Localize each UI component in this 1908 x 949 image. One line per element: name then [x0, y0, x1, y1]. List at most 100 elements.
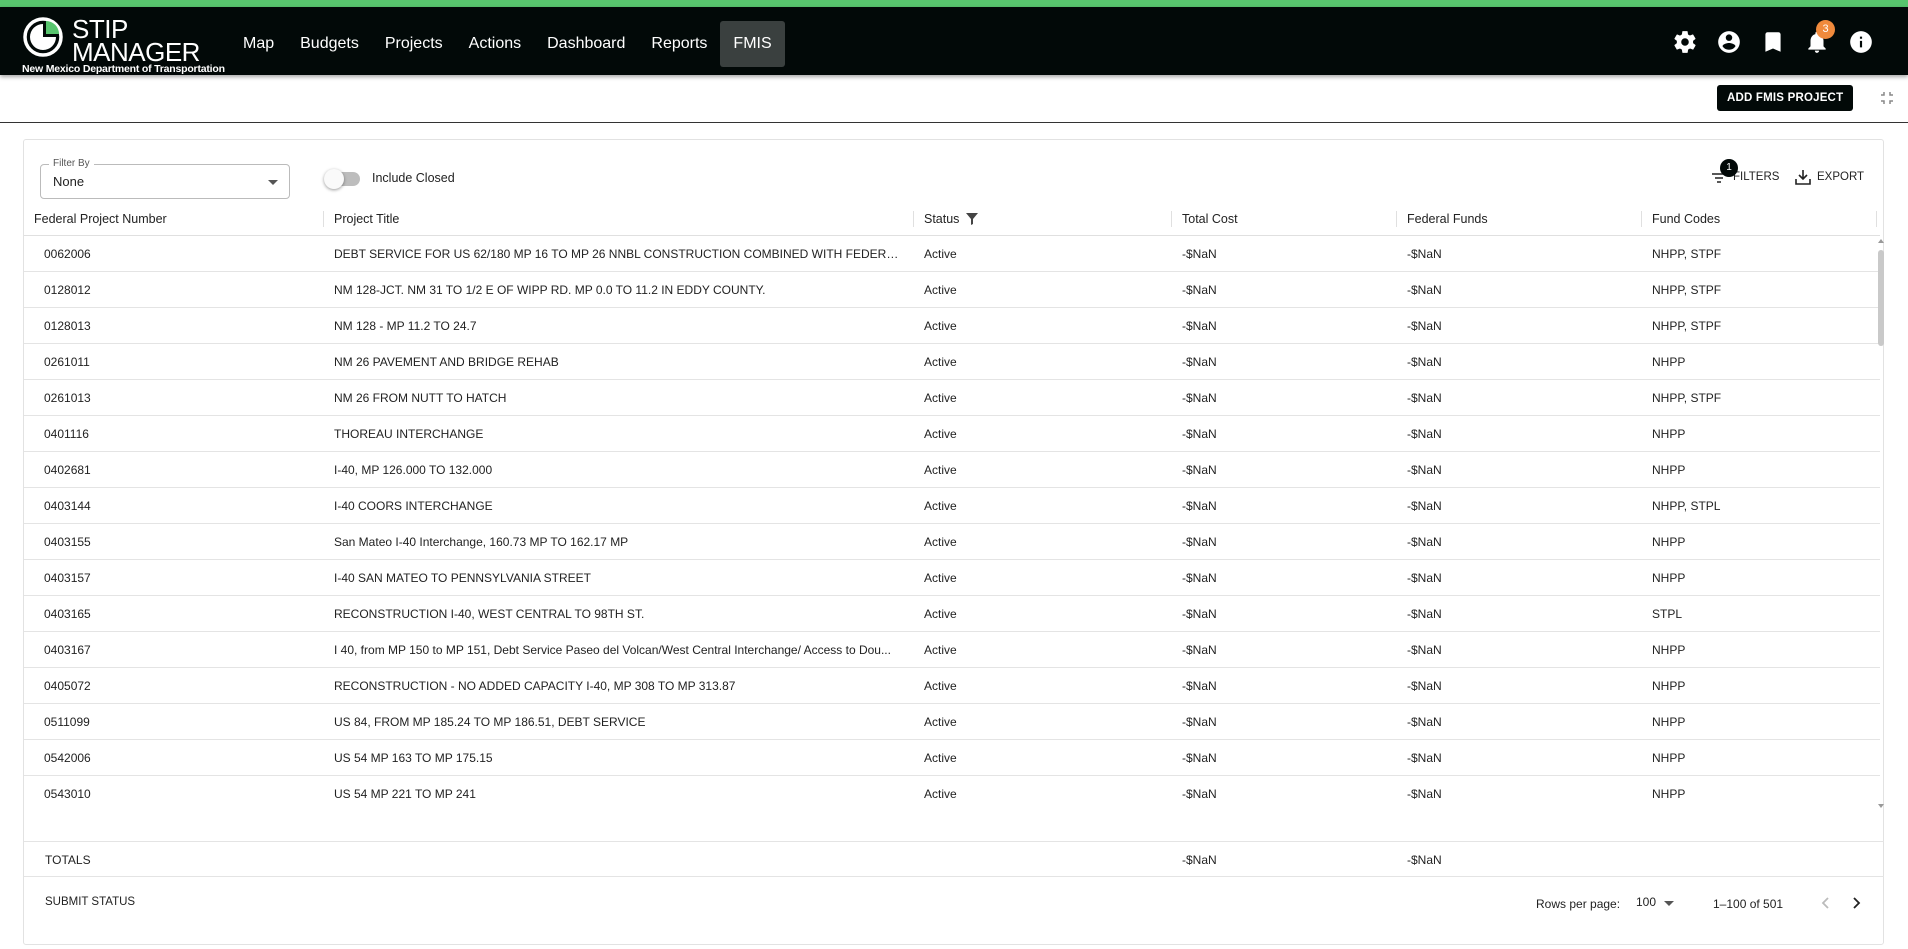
cell-federal-project-number: 0401116 [44, 427, 89, 441]
export-label: EXPORT [1817, 171, 1865, 183]
cell-total-cost: -$NaN [1182, 427, 1217, 441]
cell-status: Active [924, 463, 957, 477]
cell-fund-codes: NHPP, STPF [1652, 319, 1722, 333]
previous-page-icon[interactable] [1819, 896, 1833, 910]
filters-button[interactable]: 1 FILTERS [1711, 159, 1779, 192]
cell-total-cost: -$NaN [1182, 571, 1217, 585]
cell-federal-project-number: 0261011 [44, 355, 90, 369]
cell-project-title: NM 128 - MP 11.2 TO 24.7 [334, 319, 477, 333]
table-scrollbar[interactable] [1877, 236, 1884, 811]
column-header-federal-project-number[interactable]: Federal Project Number [24, 202, 324, 236]
column-header-status-label: Status [924, 212, 960, 226]
nav-dashboard[interactable]: Dashboard [534, 21, 638, 67]
cell-total-cost: -$NaN [1182, 463, 1217, 477]
table-row[interactable]: 0062006 DEBT SERVICE FOR US 62/180 MP 16 … [24, 236, 1880, 272]
table-row[interactable]: 0542006 US 54 MP 163 TO MP 175.15 Active -$… [24, 740, 1880, 776]
cell-total-cost: -$NaN [1182, 787, 1217, 801]
table-row[interactable]: 0403144 I-40 COORS INTERCHANGE Active -$NaN… [24, 488, 1880, 524]
cell-status: Active [924, 643, 957, 657]
table-row[interactable]: 0511099 US 84, FROM MP 185.24 TO MP 186.5… [24, 704, 1880, 740]
scroll-up-arrow[interactable] [1878, 239, 1884, 243]
toggle-knob [324, 169, 344, 189]
scrollbar-thumb[interactable] [1878, 250, 1884, 346]
table-header: Federal Project Number Project Title Sta… [24, 202, 1880, 236]
table-row[interactable]: 0261011 NM 26 PAVEMENT AND BRIDGE REHAB Ac… [24, 344, 1880, 380]
fmis-table-card: Filter By None Include Closed 1 FILTERS … [23, 139, 1884, 945]
column-header-fund-codes[interactable]: Fund Codes [1642, 202, 1877, 236]
table-row[interactable]: 0128012 NM 128-JCT. NM 31 TO 1/2 E OF WIP… [24, 272, 1880, 308]
cell-project-title: NM 128-JCT. NM 31 TO 1/2 E OF WIPP RD. M… [334, 283, 766, 297]
table-row[interactable]: 0403157 I-40 SAN MATEO TO PENNSYLVANIA ST… [24, 560, 1880, 596]
nav-projects[interactable]: Projects [372, 21, 456, 67]
cell-fund-codes: NHPP [1652, 427, 1686, 441]
submit-status-button[interactable]: SUBMIT STATUS [45, 896, 135, 908]
filter-by-select[interactable]: Filter By None [40, 158, 290, 199]
filter-by-label: Filter By [49, 158, 94, 169]
main-nav: Map Budgets Projects Actions Dashboard R… [230, 21, 785, 67]
cell-total-cost: -$NaN [1182, 607, 1217, 621]
table-row[interactable]: 0403167 I 40, from MP 150 to MP 151, Debt… [24, 632, 1880, 668]
rows-per-page-select[interactable]: 100 [1636, 895, 1675, 909]
table-row[interactable]: 0402681 I-40, MP 126.000 TO 132.000 Active… [24, 452, 1880, 488]
add-fmis-project-button[interactable]: ADD FMIS PROJECT [1717, 85, 1854, 111]
cell-total-cost: -$NaN [1182, 319, 1217, 333]
cell-status: Active [924, 535, 957, 549]
cell-federal-project-number: 0403165 [44, 607, 91, 621]
cell-federal-funds: -$NaN [1407, 535, 1442, 549]
top-navbar: STIP MANAGER New Mexico Department of Tr… [0, 7, 1908, 75]
table-row[interactable]: 0543010 US 54 MP 221 TO MP 241 Active -$NaN… [24, 776, 1880, 811]
column-header-total-cost[interactable]: Total Cost [1172, 202, 1397, 236]
table-row[interactable]: 0401116 THOREAU INTERCHANGE Active -$NaN -$N… [24, 416, 1880, 452]
cell-total-cost: -$NaN [1182, 283, 1217, 297]
column-header-project-title[interactable]: Project Title [324, 202, 914, 236]
account-icon[interactable] [1716, 29, 1742, 55]
cell-project-title: DEBT SERVICE FOR US 62/180 MP 16 TO MP 2… [334, 247, 904, 261]
cell-federal-project-number: 0062006 [44, 247, 91, 261]
export-button[interactable]: EXPORT [1795, 162, 1864, 192]
table-row[interactable]: 0128013 NM 128 - MP 11.2 TO 24.7 Active -$N… [24, 308, 1880, 344]
cell-federal-project-number: 0403167 [44, 643, 91, 657]
nav-map[interactable]: Map [230, 21, 287, 67]
cell-project-title: THOREAU INTERCHANGE [334, 427, 484, 441]
cell-fund-codes: NHPP, STPF [1652, 247, 1722, 261]
scroll-down-arrow[interactable] [1878, 804, 1884, 808]
top-accent-bar [0, 0, 1908, 7]
download-icon [1795, 170, 1811, 185]
cell-status: Active [924, 427, 957, 441]
cell-fund-codes: NHPP [1652, 535, 1686, 549]
nav-fmis[interactable]: FMIS [720, 21, 785, 67]
pagination-range: 1–100 of 501 [1713, 897, 1784, 911]
cell-project-title: I-40 SAN MATEO TO PENNSYLVANIA STREET [334, 571, 591, 585]
app-logo[interactable]: STIP MANAGER New Mexico Department of Tr… [22, 14, 225, 75]
nav-reports[interactable]: Reports [638, 21, 720, 67]
notification-badge: 3 [1816, 20, 1835, 39]
column-header-federal-funds[interactable]: Federal Funds [1397, 202, 1642, 236]
cell-federal-funds: -$NaN [1407, 319, 1442, 333]
cell-fund-codes: NHPP [1652, 463, 1686, 477]
table-row[interactable]: 0405072 RECONSTRUCTION - NO ADDED CAPACIT… [24, 668, 1880, 704]
nav-budgets[interactable]: Budgets [287, 21, 372, 67]
include-closed-toggle[interactable] [324, 169, 360, 189]
next-page-icon[interactable] [1849, 896, 1863, 910]
filters-count-badge: 1 [1720, 159, 1738, 177]
filter-funnel-icon[interactable] [966, 213, 979, 225]
table-row[interactable]: 0403155 San Mateo I-40 Interchange, 160.7… [24, 524, 1880, 560]
nav-actions[interactable]: Actions [456, 21, 534, 67]
cell-federal-project-number: 0511099 [44, 715, 90, 729]
cell-federal-funds: -$NaN [1407, 571, 1442, 585]
bell-icon[interactable]: 3 [1804, 20, 1835, 55]
cell-federal-funds: -$NaN [1407, 679, 1442, 693]
fullscreen-exit-icon[interactable] [1880, 91, 1894, 105]
bookmark-icon[interactable] [1760, 29, 1786, 55]
column-header-status[interactable]: Status [914, 202, 1172, 236]
cell-status: Active [924, 607, 957, 621]
totals-label: TOTALS [45, 853, 91, 867]
info-icon[interactable] [1848, 29, 1874, 55]
gear-icon[interactable] [1672, 29, 1698, 55]
cell-fund-codes: NHPP [1652, 355, 1686, 369]
table-row[interactable]: 0403165 RECONSTRUCTION I-40, WEST CENTRAL… [24, 596, 1880, 632]
cell-federal-funds: -$NaN [1407, 283, 1442, 297]
totals-total-cost: -$NaN [1182, 853, 1217, 867]
cell-project-title: RECONSTRUCTION I-40, WEST CENTRAL TO 98T… [334, 607, 645, 621]
table-row[interactable]: 0261013 NM 26 FROM NUTT TO HATCH Active -$N… [24, 380, 1880, 416]
